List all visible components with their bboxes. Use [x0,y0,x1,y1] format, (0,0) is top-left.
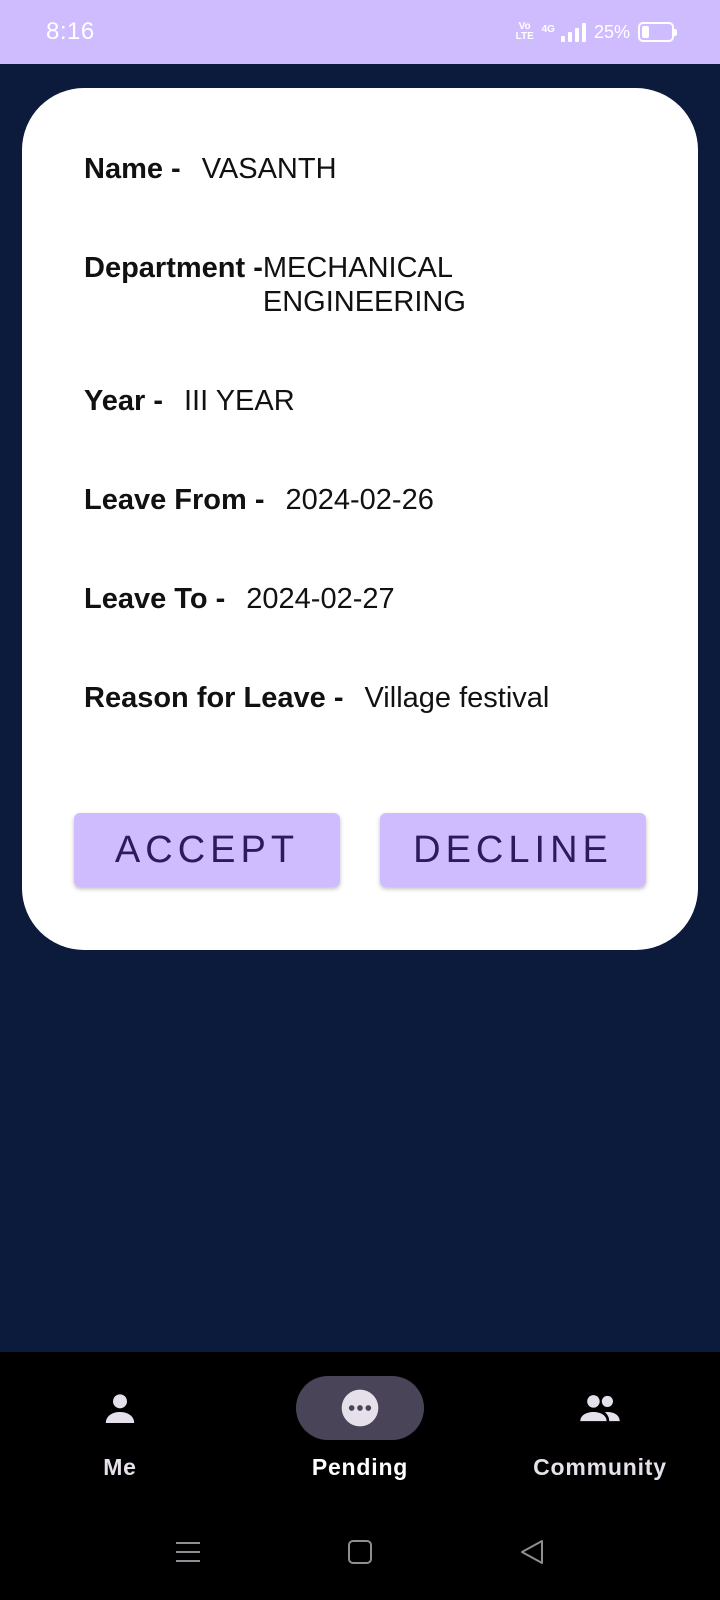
home-icon[interactable] [340,1532,380,1572]
leave-from-label: Leave From - [84,484,265,516]
name-value: VASANTH [201,153,337,185]
name-label: Name - [84,153,181,185]
more-horiz-icon [341,1389,379,1427]
leave-from-row: Leave From - 2024-02-26 [84,483,434,517]
volte-icon: Vo LTE [515,21,534,42]
department-row: Department - MECHANICAL ENGINEERING [84,251,493,319]
back-icon[interactable] [512,1532,552,1572]
group-icon [580,1395,620,1422]
leave-from-value: 2024-02-26 [285,484,434,516]
battery-icon [638,22,677,42]
year-value: III YEAR [184,385,295,417]
leave-to-row: Leave To - 2024-02-27 [84,582,395,616]
nav-item-me[interactable]: Me [20,1376,220,1486]
nav-icon-container [56,1376,184,1440]
status-icons: Vo LTE 4G 25% [515,21,677,43]
nav-label-pending: Pending [311,1454,409,1480]
reason-row: Reason for Leave - Village festival [84,681,549,715]
status-time: 8:16 [46,18,95,45]
person-icon [105,1394,135,1423]
battery-level [642,26,649,38]
reason-label: Reason for Leave - [84,682,344,714]
nav-label-community: Community [533,1454,667,1480]
decline-button[interactable]: DECLINE [380,813,646,887]
reason-value: Village festival [364,682,550,714]
menu-icon[interactable] [168,1532,208,1572]
department-value: MECHANICAL ENGINEERING [262,252,466,318]
nav-item-pending[interactable]: Pending [260,1376,460,1486]
name-row: Name - VASANTH [84,152,337,186]
system-navigation-bar [0,1502,720,1600]
bottom-navigation: Me Pending Community [0,1352,720,1502]
nav-item-community[interactable]: Community [500,1376,700,1486]
leave-to-value: 2024-02-27 [246,583,395,615]
nav-label-me: Me [103,1454,137,1480]
network-type: 4G [541,23,555,35]
nav-icon-container [536,1376,664,1440]
nav-active-indicator [296,1376,424,1440]
battery-percent: 25% [593,21,630,42]
year-row: Year - III YEAR [84,384,295,418]
year-label: Year - [84,385,163,417]
leave-to-label: Leave To - [84,583,226,615]
signal-icon [560,22,586,42]
app-screen: 8:16 Vo LTE 4G 25% Name - VASANTH Depart… [0,0,720,1600]
status-bar: 8:16 Vo LTE 4G 25% [0,0,720,64]
accept-button[interactable]: ACCEPT [74,813,340,887]
department-label: Department - [84,252,263,284]
